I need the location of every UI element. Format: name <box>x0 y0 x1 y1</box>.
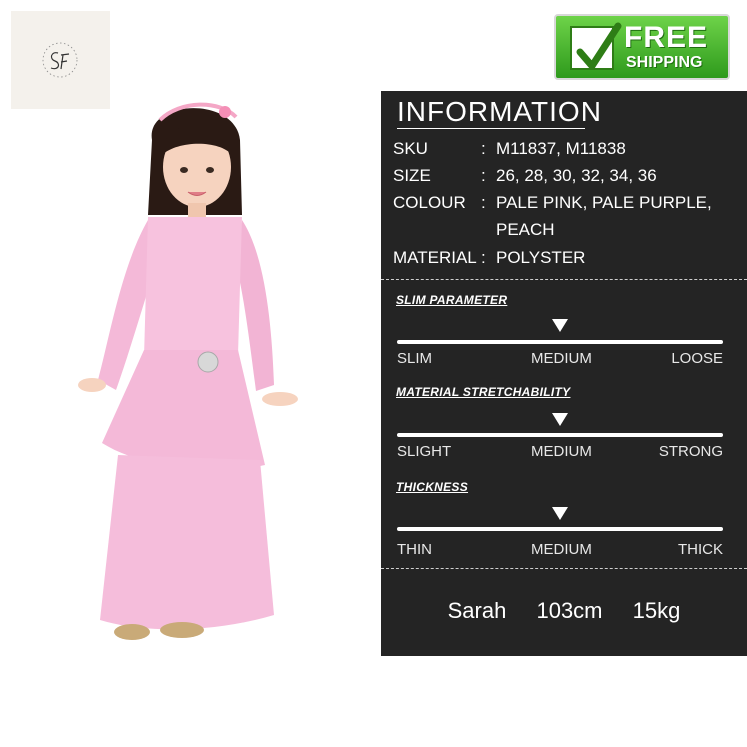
thickness-title: THICKNESS <box>396 480 469 494</box>
divider <box>381 568 747 569</box>
spec-value: PALE PINK, PALE PURPLE, PEACH <box>496 193 712 239</box>
stretch-scale-bar <box>397 433 723 437</box>
stretch-indicator-arrow <box>552 413 568 426</box>
spec-separator: : <box>481 193 486 212</box>
divider <box>381 279 747 280</box>
spec-separator: : <box>481 139 486 158</box>
scale-label-left: SLIM <box>397 350 433 367</box>
badge-shipping-text: SHIPPING <box>626 54 703 71</box>
slim-scale-bar <box>397 340 723 344</box>
spec-key: MATERIAL <box>393 248 477 267</box>
spec-value: 26, 28, 30, 32, 34, 36 <box>496 166 657 185</box>
spec-separator: : <box>481 166 486 185</box>
spec-separator: : <box>481 248 486 267</box>
title-underline <box>397 128 585 129</box>
info-title: INFORMATION <box>397 96 602 127</box>
badge-free-text: FREE <box>624 21 709 54</box>
scale-label-right: THICK <box>678 541 723 558</box>
scale-label-middle: MEDIUM <box>531 541 592 558</box>
free-shipping-badge: FREE SHIPPING <box>554 14 730 80</box>
scale-label-left: THIN <box>397 541 432 558</box>
slim-parameter-title: SLIM PARAMETER <box>396 293 508 307</box>
scale-label-right: STRONG <box>658 443 723 460</box>
spec-value: M11837, M11838 <box>496 139 626 158</box>
scale-label-right: LOOSE <box>671 350 723 367</box>
model-weight: 15kg <box>632 598 681 623</box>
scale-label-left: SLIGHT <box>397 443 452 460</box>
stretchability-title: MATERIAL STRETCHABILITY <box>396 385 571 399</box>
slim-indicator-arrow <box>552 319 568 332</box>
checkmark-icon <box>576 22 622 70</box>
model-info: Sarah 103cm 15kg <box>381 598 747 624</box>
scale-label-middle: MEDIUM <box>531 443 592 460</box>
spec-key: SIZE <box>393 166 431 185</box>
info-panel: INFORMATION SKU : M11837, M11838 SIZE : … <box>381 91 747 656</box>
spec-key: COLOUR <box>393 193 466 212</box>
scale-label-middle: MEDIUM <box>531 350 592 367</box>
model-name: Sarah <box>447 598 507 623</box>
spec-key: SKU <box>393 139 428 158</box>
model-height: 103cm <box>536 598 603 623</box>
thickness-indicator-arrow <box>552 507 568 520</box>
product-photo <box>60 95 320 655</box>
thickness-scale-bar <box>397 527 723 531</box>
checkbox-graphic <box>570 22 622 70</box>
spec-value: POLYSTER <box>496 248 586 267</box>
